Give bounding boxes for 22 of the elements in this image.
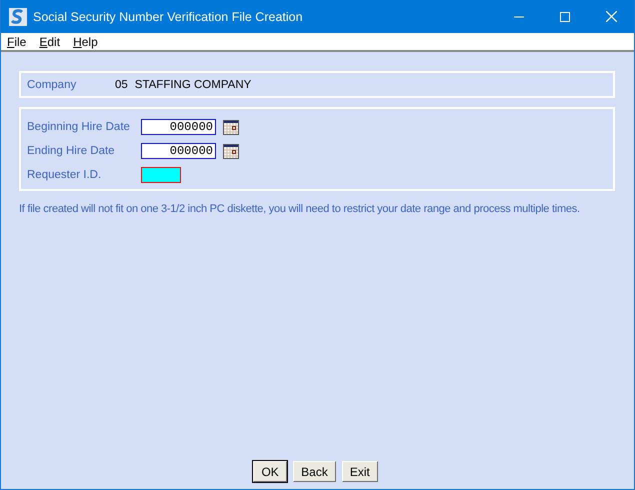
info-note: If file created will not fit on one 3-1/2 inch PC diskette, you will need to restrict your date range and process multiple times. <box>19 203 581 215</box>
dialog-button[interactable]: Back <box>293 461 336 482</box>
company-code: 05 <box>115 78 128 90</box>
maximize-icon[interactable] <box>560 12 570 22</box>
menu-item[interactable]: File <box>3 34 30 48</box>
app-logo-icon <box>9 8 27 26</box>
company-label: Company <box>27 78 78 90</box>
company-name: STAFFING COMPANY <box>134 78 252 90</box>
calendar-icon[interactable] <box>223 144 239 158</box>
date-field[interactable]: 000000 <box>141 119 216 135</box>
field-label: Ending Hire Date <box>27 145 116 157</box>
menu-item[interactable]: Help <box>69 34 102 48</box>
close-icon[interactable] <box>606 11 616 22</box>
requester-id-field[interactable] <box>141 167 181 183</box>
field-label: Requester I.D. <box>27 169 102 181</box>
dialog-button[interactable]: OK <box>253 461 288 482</box>
menu-item[interactable]: Edit <box>35 34 64 48</box>
window-title: Social Security Number Verification File Creation <box>33 10 304 24</box>
date-field[interactable]: 000000 <box>141 143 216 159</box>
dialog-button[interactable]: Exit <box>342 461 378 482</box>
field-label: Beginning Hire Date <box>27 121 131 133</box>
calendar-icon[interactable] <box>223 120 239 134</box>
